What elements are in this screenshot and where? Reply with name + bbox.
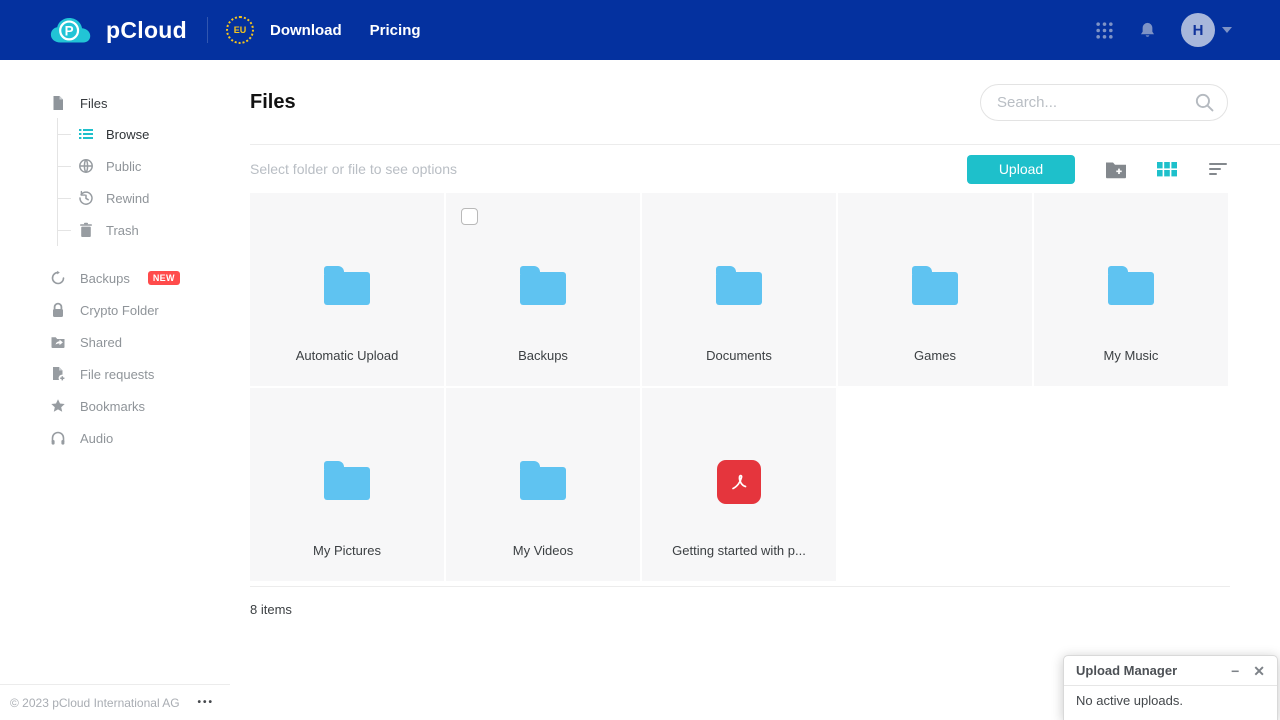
browse-list-icon [78, 126, 94, 142]
file-item[interactable]: Documents [642, 193, 836, 386]
search-icon[interactable] [1194, 92, 1215, 113]
folder-icon [324, 461, 370, 500]
sidebar-label: Crypto Folder [80, 302, 159, 318]
new-badge: NEW [147, 271, 180, 285]
file-item[interactable]: My Music [1034, 193, 1228, 386]
main-content: Files Select folder or file to see optio… [230, 60, 1280, 720]
nav-link-pricing[interactable]: Pricing [370, 22, 421, 39]
globe-icon [78, 158, 94, 174]
file-item[interactable]: Games [838, 193, 1032, 386]
page-title: Files [250, 90, 296, 113]
sidebar-item-trash[interactable]: Trash [58, 214, 230, 246]
search-input[interactable] [980, 83, 1228, 121]
eu-region-badge: EU [226, 16, 254, 44]
items-count: 8 items [250, 602, 292, 617]
toolbar: Select folder or file to see options Upl… [250, 145, 1280, 193]
sidebar-item-audio[interactable]: Audio [0, 422, 230, 454]
file-checkbox[interactable] [461, 208, 478, 225]
sidebar-label: Backups [80, 270, 130, 286]
apps-grid-icon[interactable] [1095, 21, 1114, 40]
rewind-clock-icon [78, 190, 94, 206]
top-navbar: P pCloud EU Download Pricing H [0, 0, 1280, 60]
sidebar-label: Audio [80, 430, 114, 446]
backup-arrow-icon [50, 270, 66, 286]
sidebar-footer: © 2023 pCloud International AG ••• [0, 684, 230, 720]
star-icon [50, 398, 66, 414]
sidebar-item-browse[interactable]: Browse [58, 118, 230, 150]
sidebar-label: Browse [106, 126, 150, 142]
sidebar-item-rewind[interactable]: Rewind [58, 182, 230, 214]
sidebar-label: Public [106, 158, 142, 174]
sort-icon[interactable] [1208, 162, 1228, 176]
trash-icon [78, 222, 94, 238]
upload-manager-panel: Upload Manager − ✕ No active uploads. [1063, 655, 1278, 720]
minimize-icon[interactable]: − [1231, 664, 1239, 678]
folder-icon [716, 266, 762, 305]
sidebar-item-backups[interactable]: Backups NEW [0, 262, 230, 294]
file-label: Documents [706, 348, 772, 363]
sidebar-label: Files [80, 95, 108, 111]
sidebar-item-bookmarks[interactable]: Bookmarks [0, 390, 230, 422]
chevron-down-icon [1222, 27, 1232, 33]
sidebar-item-crypto-folder[interactable]: Crypto Folder [0, 294, 230, 326]
file-item[interactable]: My Videos [446, 388, 640, 581]
new-folder-icon[interactable] [1105, 160, 1127, 179]
shared-folder-icon [50, 334, 66, 350]
file-item[interactable]: My Pictures [250, 388, 444, 581]
pcloud-cloud-icon: P [48, 14, 96, 46]
files-subtree: Browse Public Rewind Trash [57, 118, 230, 246]
file-label: My Music [1103, 348, 1159, 363]
folder-icon [324, 266, 370, 305]
sidebar-item-shared[interactable]: Shared [0, 326, 230, 358]
grid-view-icon[interactable] [1157, 161, 1178, 177]
navbar-divider [207, 17, 208, 43]
headphones-icon [50, 430, 66, 446]
sidebar-item-file-requests[interactable]: File requests [0, 358, 230, 390]
upload-manager-title: Upload Manager [1076, 663, 1178, 678]
sidebar-label: File requests [80, 366, 155, 382]
close-icon[interactable]: ✕ [1253, 664, 1265, 678]
file-item[interactable]: Automatic Upload [250, 193, 444, 386]
selection-hint: Select folder or file to see options [250, 161, 458, 177]
nav-link-download[interactable]: Download [270, 22, 342, 39]
upload-button[interactable]: Upload [967, 154, 1075, 184]
file-grid: Automatic Upload Backups Documents Games… [250, 193, 1230, 587]
pdf-file-icon [717, 460, 761, 504]
file-request-icon [50, 366, 66, 382]
sidebar-label: Bookmarks [80, 398, 146, 414]
sidebar: Files Browse Public Rewind Trash Backups… [0, 60, 230, 720]
file-item[interactable]: Getting started with p... [642, 388, 836, 581]
lock-icon [50, 302, 66, 318]
file-label: Games [914, 348, 956, 363]
sidebar-label: Rewind [106, 190, 150, 206]
folder-icon [912, 266, 958, 305]
file-item[interactable]: Backups [446, 193, 640, 386]
sidebar-item-files[interactable]: Files [0, 88, 230, 118]
file-label: My Pictures [313, 543, 381, 558]
notifications-bell-icon[interactable] [1138, 21, 1157, 40]
file-label: Automatic Upload [295, 348, 399, 363]
file-label: Backups [518, 348, 568, 363]
brand-name: pCloud [106, 16, 187, 43]
sidebar-label: Shared [80, 334, 122, 350]
upload-manager-status: No active uploads. [1076, 693, 1183, 708]
file-label: Getting started with p... [672, 543, 806, 558]
account-menu[interactable]: H [1181, 13, 1232, 47]
sidebar-item-public[interactable]: Public [58, 150, 230, 182]
sidebar-sections: Backups NEW Crypto Folder Shared File re… [0, 262, 230, 454]
folder-icon [520, 461, 566, 500]
file-label: My Videos [512, 543, 574, 558]
main-header: Files [250, 60, 1280, 144]
folder-icon [520, 266, 566, 305]
search-box [980, 83, 1228, 121]
pcloud-logo[interactable]: P pCloud [48, 14, 187, 46]
footer-more-button[interactable]: ••• [191, 693, 220, 712]
svg-text:P: P [65, 23, 74, 38]
folder-icon [1108, 266, 1154, 305]
document-icon [50, 95, 66, 111]
sidebar-label: Trash [106, 222, 139, 238]
upload-manager-header: Upload Manager − ✕ [1064, 656, 1277, 686]
user-avatar[interactable]: H [1181, 13, 1215, 47]
copyright-text: © 2023 pCloud International AG [10, 695, 180, 710]
